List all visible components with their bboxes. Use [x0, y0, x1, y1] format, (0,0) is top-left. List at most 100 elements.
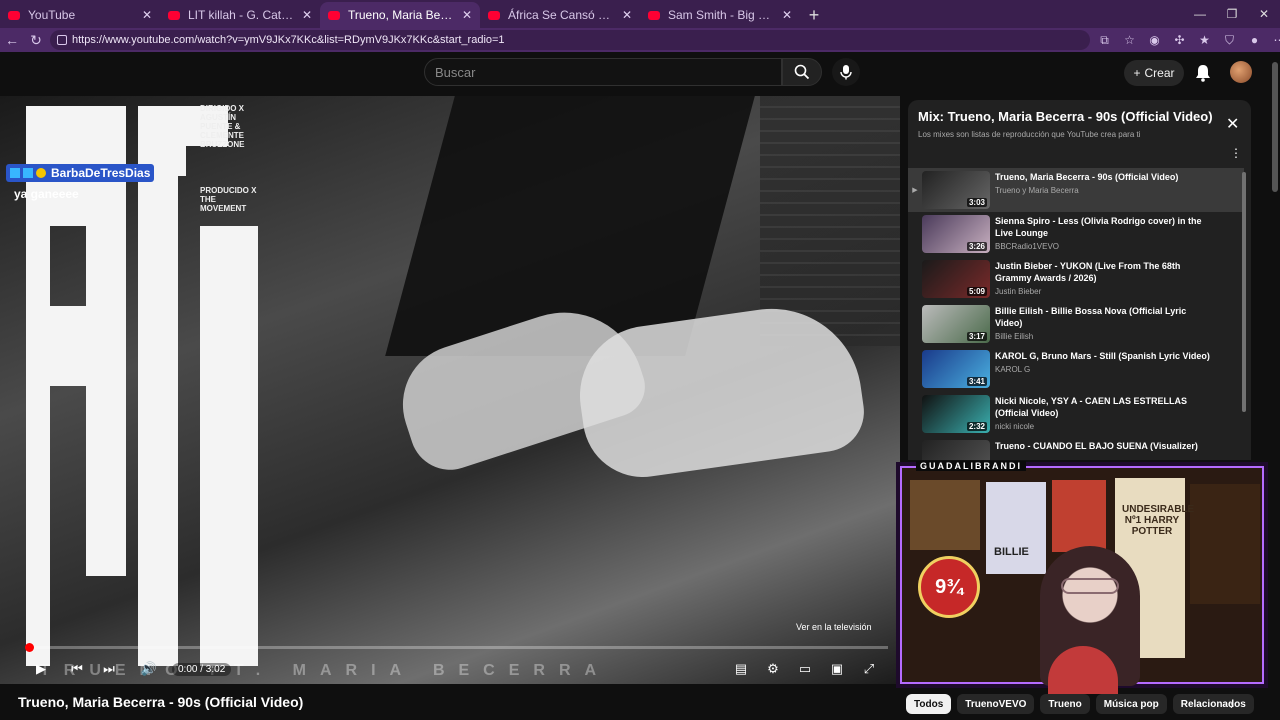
tab-title: Sam Smith - Big Girls Don't Cry (Live) — [668, 8, 776, 22]
video-thumbnail[interactable]: 3:26 — [922, 215, 990, 253]
menu-dots-icon[interactable]: ⋯ — [1267, 28, 1280, 52]
next-icon[interactable]: ⏭ — [98, 658, 120, 680]
playlist-item[interactable]: 5:09 Justin Bieber - YUKON (Live From Th… — [908, 257, 1244, 302]
cast-to-tv-label[interactable]: Ver en la televisión — [796, 622, 872, 632]
search-icon — [794, 64, 810, 80]
previous-icon[interactable]: ⏮ — [66, 658, 88, 680]
playlist-item-channel[interactable]: nicki nicole — [995, 422, 1215, 431]
video-title: Trueno, Maria Becerra - 90s (Official Vi… — [18, 694, 304, 710]
back-arrow-icon[interactable]: ← — [0, 28, 24, 52]
video-thumbnail[interactable]: 2:32 — [922, 395, 990, 433]
browser-tab[interactable]: África Se Cansó De Él - YouTube ✕ — [480, 2, 640, 28]
browser-tab[interactable]: LIT killah - G. Catán (Official Video) ✕ — [160, 2, 320, 28]
playlist-item-channel[interactable]: Trueno y Maria Becerra — [995, 186, 1215, 195]
playlist-subtitle: Los mixes son listas de reproducción que… — [918, 130, 1141, 139]
playlist-item[interactable]: 3:26 Sienna Spiro - Less (Olivia Rodrigo… — [908, 212, 1244, 257]
chip-musica-pop[interactable]: Música pop — [1095, 694, 1167, 714]
shield-icon[interactable]: ⛉ — [1217, 28, 1242, 52]
chat-badge-icon — [36, 168, 46, 178]
video-thumbnail[interactable]: 3:41 — [922, 350, 990, 388]
chip-truenovevo[interactable]: TruenoVEVO — [957, 694, 1035, 714]
youtube-favicon-icon — [648, 10, 660, 20]
tab-title: LIT killah - G. Catán (Official Video) — [188, 8, 296, 22]
notifications-button[interactable] — [1190, 60, 1216, 86]
volume-icon[interactable]: 🔊 — [138, 658, 160, 680]
play-icon[interactable]: ▶ — [30, 658, 52, 680]
close-tab-icon[interactable]: ✕ — [142, 8, 152, 22]
playlist-item[interactable]: 3:17 Billie Eilish - Billie Bossa Nova (… — [908, 302, 1244, 347]
chat-badge-icon — [23, 168, 33, 178]
search-button[interactable] — [782, 58, 822, 86]
playlist-item-title[interactable]: Nicki Nicole, YSY A - CAEN LAS ESTRELLAS… — [995, 395, 1215, 419]
reload-icon[interactable]: ↻ — [24, 28, 48, 52]
close-window-icon[interactable]: ✕ — [1248, 0, 1280, 28]
url-field[interactable]: https://www.youtube.com/watch?v=ymV9JKx7… — [50, 30, 1090, 50]
puzzle-icon[interactable]: ✣ — [1167, 28, 1192, 52]
close-tab-icon[interactable]: ✕ — [462, 8, 472, 22]
chip-trueno[interactable]: Trueno — [1040, 694, 1090, 714]
subtitles-icon[interactable]: ▤ — [730, 658, 752, 680]
close-icon[interactable]: ✕ — [1226, 114, 1239, 134]
progress-bar[interactable] — [25, 643, 888, 652]
playlist-item-title[interactable]: Trueno, Maria Becerra - 90s (Official Vi… — [995, 171, 1215, 183]
close-tab-icon[interactable]: ✕ — [622, 8, 632, 22]
duration-badge: 3:26 — [966, 242, 987, 251]
chip-todos[interactable]: Todos — [906, 694, 952, 714]
browser-tab[interactable]: Sam Smith - Big Girls Don't Cry (Live) ✕ — [640, 2, 800, 28]
create-button[interactable]: + Crear — [1124, 60, 1184, 86]
account-avatar[interactable] — [1230, 61, 1252, 83]
progress-scrubber[interactable] — [25, 643, 34, 652]
minimize-icon[interactable]: — — [1184, 0, 1216, 28]
close-tab-icon[interactable]: ✕ — [782, 8, 792, 22]
playlist-item[interactable]: Trueno - CUANDO EL BAJO SUENA (Visualize… — [908, 437, 1244, 460]
close-tab-icon[interactable]: ✕ — [302, 8, 312, 22]
browser-tab[interactable]: YouTube ✕ — [0, 2, 160, 28]
video-thumbnail[interactable]: 3:17 — [922, 305, 990, 343]
voice-search-button[interactable] — [832, 58, 860, 86]
browser-tab-bar: YouTube ✕ LIT killah - G. Catán (Officia… — [0, 0, 1280, 28]
search-input[interactable]: Buscar — [424, 58, 782, 86]
video-thumbnail[interactable]: 3:03 — [922, 171, 990, 209]
page-scrollbar[interactable] — [1270, 52, 1280, 720]
chevron-right-icon[interactable]: › — [1230, 698, 1234, 712]
playlist-item[interactable]: 2:32 Nicki Nicole, YSY A - CAEN LAS ESTR… — [908, 392, 1244, 437]
playlist-item-channel[interactable]: Justin Bieber — [995, 287, 1215, 296]
new-tab-plus-icon[interactable]: + — [800, 2, 828, 28]
scrollbar-thumb[interactable] — [1272, 62, 1278, 192]
restore-icon[interactable]: ❐ — [1216, 0, 1248, 28]
playlist-title[interactable]: Mix: Trueno, Maria Becerra - 90s (Offici… — [918, 109, 1213, 124]
poster-billie-text: BILLIE — [994, 546, 1029, 558]
playlist-scrollbar[interactable] — [1242, 172, 1246, 412]
duration-badge: 3:41 — [966, 377, 987, 386]
playlist-item-channel[interactable]: BBCRadio1VEVO — [995, 242, 1215, 251]
extension-icon[interactable]: ◉ — [1142, 28, 1167, 52]
youtube-favicon-icon — [168, 10, 180, 20]
playlist-item-title[interactable]: Billie Eilish - Billie Bossa Nova (Offic… — [995, 305, 1215, 329]
playlist-item-channel[interactable]: Billie Eilish — [995, 332, 1215, 341]
miniplayer-icon[interactable]: ▣ — [826, 658, 848, 680]
playlist-item[interactable]: ▶ 3:03 Trueno, Maria Becerra - 90s (Offi… — [908, 168, 1244, 212]
video-credits-producer: PRODUCIDO X THE MOVEMENT — [200, 186, 257, 213]
theater-mode-icon[interactable]: ▭ — [794, 658, 816, 680]
playlist-item-title[interactable]: Trueno - CUANDO EL BAJO SUENA (Visualize… — [995, 440, 1215, 452]
playlist-item[interactable]: 3:41 KAROL G, Bruno Mars - Still (Spanis… — [908, 347, 1244, 392]
site-info-icon[interactable] — [57, 35, 67, 45]
video-player[interactable]: DIRIGIDO X AGUSTÍN PUENTE & CLEMENTE BRU… — [0, 96, 900, 684]
stream-chat-badge: BarbaDeTresDias — [6, 164, 155, 182]
settings-gear-icon[interactable]: ⚙ — [762, 658, 784, 680]
video-thumbnail[interactable]: 5:09 — [922, 260, 990, 298]
video-thumbnail[interactable] — [922, 440, 990, 460]
favorites-icon[interactable]: ★ — [1192, 28, 1217, 52]
more-options-icon[interactable]: ⋮ — [1230, 146, 1242, 160]
create-label: Crear — [1144, 66, 1175, 80]
fullscreen-icon[interactable]: ⤢ — [858, 658, 880, 680]
browser-tab-active[interactable]: Trueno, Maria Becerra - 90s (Official Vi… — [320, 2, 480, 28]
playlist-item-title[interactable]: Sienna Spiro - Less (Olivia Rodrigo cove… — [995, 215, 1215, 239]
playlist-item-title[interactable]: Justin Bieber - YUKON (Live From The 68t… — [995, 260, 1215, 284]
install-app-icon[interactable]: ⧉ — [1092, 28, 1117, 52]
playlist-item-title[interactable]: KAROL G, Bruno Mars - Still (Spanish Lyr… — [995, 350, 1215, 362]
playlist-item-channel[interactable]: KAROL G — [995, 365, 1215, 374]
chip-relacionados[interactable]: Relacionados — [1172, 694, 1254, 714]
profile-icon[interactable]: ● — [1242, 28, 1267, 52]
bookmark-star-icon[interactable]: ☆ — [1117, 28, 1142, 52]
